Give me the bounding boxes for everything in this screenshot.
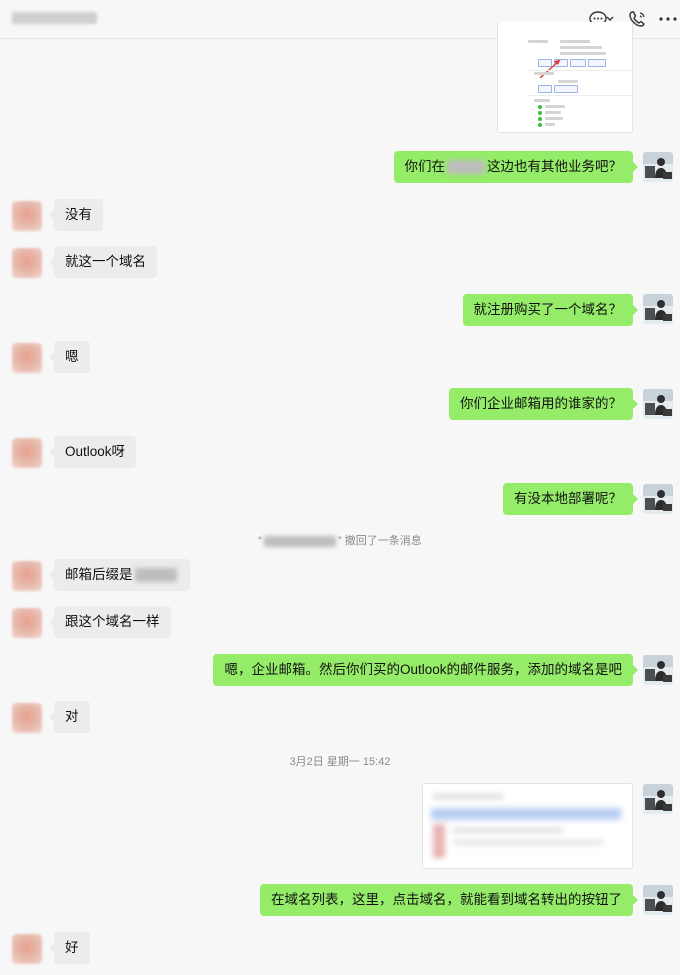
recall-notice: “ ” 撤回了一条消息 xyxy=(0,532,680,548)
message-text: 这边也有其他业务吧？ xyxy=(487,159,622,174)
avatar-contact[interactable] xyxy=(12,438,42,468)
message-bubble-sent[interactable]: 在域名列表，这里，点击域名，就能看到域名转出的按钮了 xyxy=(260,884,638,916)
avatar-self[interactable] xyxy=(643,655,673,685)
message-bubble-sent[interactable]: 你们在 这边也有其他业务吧？ xyxy=(393,151,638,183)
message-text: 对 xyxy=(65,709,79,724)
message-bubble-received[interactable]: 好 xyxy=(49,932,90,964)
message-bubble-received[interactable]: 嗯 xyxy=(49,341,90,373)
message-bubble-sent[interactable]: 你们企业邮箱用的谁家的？ xyxy=(449,388,638,420)
image-message-blurred[interactable] xyxy=(422,783,633,869)
message-text: 没有 xyxy=(65,207,92,222)
message-bubble-received[interactable]: Outlook呀 xyxy=(48,436,137,468)
message-bubble-received[interactable]: 没有 xyxy=(49,199,103,231)
message-text: 邮箱后缀是 xyxy=(65,567,133,582)
message-text: Outlook呀 xyxy=(65,444,126,459)
message-bubble-received[interactable]: 邮箱后缀是 xyxy=(49,559,190,591)
message-bubble-received[interactable]: 跟这个域名一样 xyxy=(49,606,171,638)
avatar-self[interactable] xyxy=(643,784,673,814)
avatar-self[interactable] xyxy=(643,484,673,514)
message-text: 就这一个域名 xyxy=(65,254,146,269)
message-text: 好 xyxy=(65,940,79,955)
message-text: 在域名列表，这里，点击域名，就能看到域名转出的按钮了 xyxy=(271,892,622,907)
avatar-contact[interactable] xyxy=(12,934,42,964)
avatar-self[interactable] xyxy=(643,152,673,182)
message-text: 跟这个域名一样 xyxy=(65,614,160,629)
message-bubble-received[interactable]: 就这一个域名 xyxy=(49,246,157,278)
avatar-contact[interactable] xyxy=(12,343,42,373)
message-text: 你们在 xyxy=(404,159,446,174)
message-bubble-sent[interactable]: 有没本地部署呢？ xyxy=(503,483,638,515)
avatar-contact[interactable] xyxy=(12,703,42,733)
chat-title-redacted xyxy=(12,12,97,24)
message-bubble-sent[interactable]: 嗯，企业邮箱。然后你们买的Outlook的邮件服务，添加的域名是吧 xyxy=(213,654,638,686)
message-bubble-received[interactable]: 对 xyxy=(49,701,90,733)
redacted-name xyxy=(263,535,336,547)
image-message-screenshot[interactable] xyxy=(497,22,633,133)
avatar-contact[interactable] xyxy=(12,201,42,231)
message-text: 嗯 xyxy=(65,349,79,364)
message-text: 你们企业邮箱用的谁家的？ xyxy=(460,396,622,411)
avatar-contact[interactable] xyxy=(12,608,42,638)
quote-open: “ xyxy=(258,535,262,547)
red-arrow-icon xyxy=(539,59,561,79)
avatar-self[interactable] xyxy=(643,885,673,915)
message-text: 就注册购买了一个域名？ xyxy=(473,302,623,317)
more-icon[interactable] xyxy=(656,8,680,30)
avatar-self[interactable] xyxy=(643,389,673,419)
redacted-text xyxy=(447,160,485,175)
redacted-text xyxy=(134,568,177,583)
avatar-contact[interactable] xyxy=(12,248,42,278)
timestamp: 3月2日 星期一 15:42 xyxy=(289,756,391,768)
message-text: 有没本地部署呢？ xyxy=(514,491,622,506)
avatar-self[interactable] xyxy=(643,294,673,324)
avatar-contact[interactable] xyxy=(12,561,42,591)
quote-close: ” xyxy=(337,535,342,547)
message-bubble-sent[interactable]: 就注册购买了一个域名？ xyxy=(462,294,638,326)
message-text: 嗯，企业邮箱。然后你们买的Outlook的邮件服务，添加的域名是吧 xyxy=(224,662,622,677)
recall-text: 撤回了一条消息 xyxy=(344,535,422,547)
